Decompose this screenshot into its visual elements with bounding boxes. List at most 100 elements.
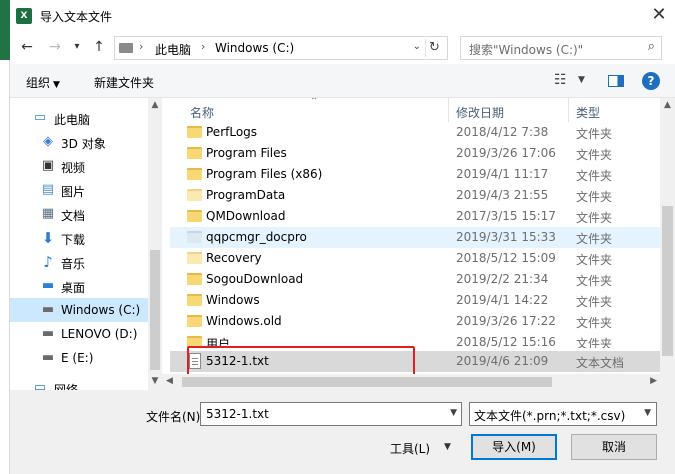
folder-icon — [187, 294, 202, 306]
nav-item-label: 文档 — [61, 209, 86, 223]
file-date: 2019/4/1 14:22 — [456, 293, 549, 307]
breadcrumb-separator-icon[interactable]: › — [201, 40, 205, 53]
filename-label: 文件名(N): — [146, 410, 205, 424]
search-icon[interactable]: ⌕ — [648, 39, 655, 54]
file-name: Program Files (x86) — [206, 167, 323, 181]
nav-item-label: 桌面 — [61, 281, 86, 295]
scrollbar-thumb[interactable] — [662, 206, 673, 356]
scroll-left-arrow-icon[interactable]: ◀ — [166, 376, 173, 386]
close-button[interactable]: ✕ — [647, 4, 671, 28]
column-header-type[interactable]: 类型 — [576, 104, 600, 121]
scroll-up-arrow-icon[interactable]: ▲ — [660, 100, 675, 110]
back-arrow-icon[interactable]: ← — [16, 36, 38, 58]
column-header-name[interactable]: 名称 — [190, 104, 214, 121]
import-text-dialog: X 导入文本文件 ✕ ← → ▾ ↑ › 此电脑 › Windows (C:) … — [10, 0, 675, 474]
file-name: Program Files — [206, 146, 287, 160]
nav-item-desktop[interactable]: ▬ 桌面 — [10, 274, 148, 298]
table-row[interactable]: QMDownload 2017/3/15 15:17 文件夹 — [170, 206, 660, 227]
file-list-scrollbar[interactable]: ▲ — [660, 98, 675, 390]
table-row[interactable]: PerfLogs 2018/4/12 7:38 文件夹 — [170, 122, 660, 143]
file-list: ⌃ 名称 修改日期 类型 PerfLogs 2018/4/12 7:38 文件夹… — [170, 98, 675, 390]
excel-background-strip — [0, 0, 10, 474]
view-details-icon[interactable]: ☷ — [554, 72, 567, 88]
table-row[interactable]: Windows.old 2019/3/26 17:22 文件夹 — [170, 311, 660, 332]
chevron-down-icon[interactable]: ▼ — [644, 408, 651, 418]
nav-item-3d-objects[interactable]: ◈ 3D 对象 — [10, 130, 148, 154]
nav-item-lenovo-d[interactable]: ▬ LENOVO (D:) — [10, 322, 148, 346]
breadcrumb-separator-icon[interactable]: › — [139, 40, 143, 53]
file-type: 文件夹 — [576, 232, 613, 246]
address-dropdown-icon[interactable]: ⌄ — [413, 41, 421, 52]
nav-pane-scrollbar[interactable]: ▲ ▼ — [148, 98, 162, 390]
scrollbar-thumb[interactable] — [182, 377, 552, 387]
scrollbar-thumb[interactable] — [150, 250, 160, 370]
chevron-down-icon[interactable]: ▼ — [450, 408, 457, 418]
table-row[interactable]: Program Files 2019/3/26 17:06 文件夹 — [170, 143, 660, 164]
tools-dropdown-icon[interactable]: ▼ — [444, 442, 451, 452]
organize-button[interactable]: 组织 ▼ — [26, 74, 60, 91]
address-bar[interactable]: › 此电脑 › Windows (C:) ⌄ ↻ — [114, 36, 448, 60]
filename-combobox[interactable]: ▼ — [200, 402, 462, 426]
table-row-selected[interactable]: 5312-1.txt 2019/4/6 21:09 文本文档 — [170, 351, 660, 372]
new-folder-button[interactable]: 新建文件夹 — [94, 74, 154, 91]
cancel-button[interactable]: 取消 — [571, 434, 657, 460]
command-toolbar: 组织 ▼ 新建文件夹 ☷ ▼ ? — [10, 64, 675, 98]
folder-icon — [187, 315, 202, 327]
file-type: 文件夹 — [576, 211, 613, 225]
scroll-up-arrow-icon[interactable]: ▲ — [148, 100, 162, 110]
help-icon[interactable]: ? — [642, 72, 660, 90]
column-header-date[interactable]: 修改日期 — [456, 104, 504, 121]
table-row[interactable]: Recovery 2018/5/12 15:09 文件夹 — [170, 248, 660, 269]
scroll-down-arrow-icon[interactable]: ▼ — [148, 376, 162, 386]
nav-item-videos[interactable]: ▣ 视频 — [10, 154, 148, 178]
search-box[interactable]: 搜索"Windows (C:)" ⌕ — [460, 36, 662, 60]
forward-arrow-icon[interactable]: → — [44, 36, 66, 58]
nav-item-this-pc[interactable]: ▭ 此电脑 — [10, 106, 148, 130]
search-placeholder: 搜索"Windows (C:)" — [469, 43, 584, 57]
table-row[interactable]: Program Files (x86) 2019/4/1 11:17 文件夹 — [170, 164, 660, 185]
tools-menu-button[interactable]: 工具(L) — [390, 440, 430, 457]
picture-icon: ▤ — [41, 182, 55, 197]
folder-icon — [187, 168, 202, 180]
import-button[interactable]: 导入(M) — [471, 434, 557, 460]
file-date: 2019/3/26 17:06 — [456, 146, 556, 160]
view-options-dropdown-icon[interactable]: ▼ — [578, 75, 585, 85]
nav-item-label: 此电脑 — [54, 113, 91, 127]
folder-icon — [187, 126, 202, 138]
up-arrow-icon[interactable]: ↑ — [88, 36, 110, 58]
nav-item-downloads[interactable]: ⬇ 下载 — [10, 226, 148, 250]
nav-item-label: 音乐 — [61, 257, 86, 271]
drive-icon: ▬ — [41, 350, 55, 365]
file-name: QMDownload — [206, 209, 286, 223]
table-row[interactable]: 用户 2018/5/12 15:16 文件夹 — [170, 332, 660, 348]
recent-locations-chevron-icon[interactable]: ▾ — [66, 36, 88, 58]
table-row[interactable]: ProgramData 2019/4/3 21:55 文件夹 — [170, 185, 660, 206]
nav-item-label: E (E:) — [61, 351, 94, 365]
nav-item-documents[interactable]: ▦ 文档 — [10, 202, 148, 226]
nav-item-network[interactable]: ▭ 网络 — [10, 376, 148, 391]
file-name: SogouDownload — [206, 272, 304, 286]
scroll-right-arrow-icon[interactable]: ▶ — [650, 376, 657, 386]
nav-item-label: LENOVO (D:) — [61, 327, 138, 341]
refresh-icon[interactable]: ↻ — [425, 39, 443, 57]
nav-item-e-drive[interactable]: ▬ E (E:) — [10, 346, 148, 370]
nav-item-music[interactable]: ♪ 音乐 — [10, 250, 148, 274]
file-date: 2018/5/12 15:16 — [456, 335, 556, 348]
text-file-icon — [189, 353, 201, 369]
network-icon: ▭ — [33, 380, 47, 391]
file-type-filter[interactable]: 文本文件(*.prn;*.txt;*.csv) ▼ — [469, 402, 657, 426]
column-divider[interactable] — [448, 98, 449, 122]
column-divider[interactable] — [568, 98, 569, 122]
preview-pane-icon[interactable] — [608, 75, 624, 87]
filename-input[interactable] — [201, 403, 441, 425]
file-type-filter-value: 文本文件(*.prn;*.txt;*.csv) — [474, 409, 626, 423]
table-row[interactable]: qqpcmgr_docpro 2019/3/31 15:33 文件夹 — [170, 227, 660, 248]
table-row[interactable]: Windows 2019/4/1 14:22 文件夹 — [170, 290, 660, 311]
nav-item-pictures[interactable]: ▤ 图片 — [10, 178, 148, 202]
table-row[interactable]: SogouDownload 2019/2/2 21:34 文件夹 — [170, 269, 660, 290]
breadcrumb-this-pc[interactable]: 此电脑 — [155, 41, 191, 58]
horizontal-scrollbar[interactable]: ◀ ▶ — [162, 374, 675, 390]
nav-item-windows-c[interactable]: ▬ Windows (C:) — [10, 298, 148, 322]
breadcrumb-windows-c[interactable]: Windows (C:) — [215, 41, 294, 55]
folder-icon — [187, 147, 202, 159]
